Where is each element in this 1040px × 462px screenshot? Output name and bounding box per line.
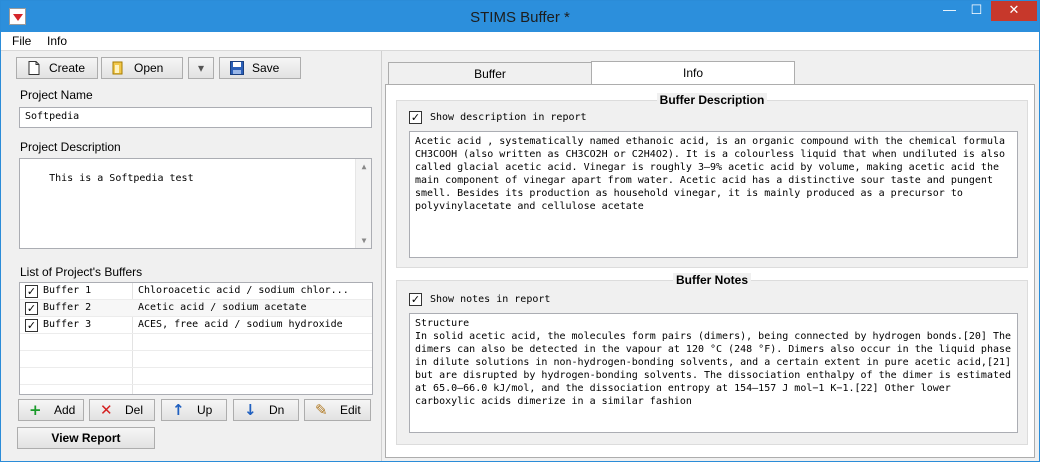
add-buffer-button[interactable]: + Add xyxy=(18,399,84,421)
empty-row xyxy=(20,334,372,351)
buffer-notes-group: Buffer Notes ✓ Show notes in report Stru… xyxy=(396,273,1028,445)
menu-bar: File Info xyxy=(1,32,1039,51)
scroll-up-icon[interactable]: ▲ xyxy=(356,159,371,174)
buffer-name: Buffer 1 xyxy=(43,285,92,296)
window-title: STIMS Buffer * xyxy=(470,9,570,26)
buffer-name: Buffer 2 xyxy=(43,302,92,313)
open-dropdown-button[interactable]: ▾ xyxy=(188,57,214,79)
buffer-notes-textarea[interactable]: Structure In solid acetic acid, the mole… xyxy=(409,313,1018,433)
arrow-down-icon: ↓ xyxy=(244,401,257,419)
plus-icon: + xyxy=(29,401,42,419)
project-description-text: This is a Softpedia test xyxy=(49,173,194,184)
app-window: STIMS Buffer * — ☐ ✕ File Info Create Op… xyxy=(0,0,1040,462)
up-label: Up xyxy=(197,403,213,417)
dropdown-icon: ▾ xyxy=(197,61,205,75)
show-description-checkbox[interactable]: ✓ xyxy=(409,111,422,124)
dn-label: Dn xyxy=(269,403,285,417)
buffer-description: Acetic acid / sodium acetate xyxy=(138,302,307,313)
project-name-label: Project Name xyxy=(20,88,93,102)
row-checkbox[interactable]: ✓ xyxy=(25,285,38,298)
show-notes-label: Show notes in report xyxy=(430,294,551,305)
buffer-notes-heading: Buffer Notes xyxy=(397,273,1027,287)
scroll-down-icon[interactable]: ▼ xyxy=(356,233,371,248)
view-report-button[interactable]: View Report xyxy=(17,427,155,449)
project-description-label: Project Description xyxy=(20,140,121,154)
delete-icon: ✕ xyxy=(100,401,113,419)
tab-info[interactable]: Info xyxy=(591,61,795,85)
move-down-button[interactable]: ↓ Dn xyxy=(233,399,299,421)
arrow-up-icon: ↑ xyxy=(172,401,185,419)
table-row[interactable]: ✓ Buffer 3 ACES, free acid / sodium hydr… xyxy=(20,317,372,334)
delete-buffer-button[interactable]: ✕ Del xyxy=(89,399,155,421)
maximize-button[interactable]: ☐ xyxy=(963,1,990,21)
edit-label: Edit xyxy=(340,403,361,417)
open-folder-icon xyxy=(112,61,123,75)
pencil-icon: ✎ xyxy=(315,401,328,419)
tab-buffer[interactable]: Buffer xyxy=(388,62,592,85)
title-bar: STIMS Buffer * — ☐ ✕ xyxy=(1,1,1039,32)
open-button[interactable]: Open xyxy=(101,57,183,79)
add-label: Add xyxy=(54,403,76,417)
create-button[interactable]: Create xyxy=(16,57,98,79)
new-file-icon xyxy=(28,61,40,75)
table-row[interactable]: ✓ Buffer 1 Chloroacetic acid / sodium ch… xyxy=(20,283,372,300)
show-description-label: Show description in report xyxy=(430,112,587,123)
save-label: Save xyxy=(252,61,280,75)
create-label: Create xyxy=(49,61,86,75)
project-name-input[interactable]: Softpedia xyxy=(19,107,372,128)
buffer-name: Buffer 3 xyxy=(43,319,92,330)
buffer-list-label: List of Project's Buffers xyxy=(20,265,143,279)
save-icon xyxy=(230,61,244,75)
project-description-input[interactable]: This is a Softpedia test ▲ ▼ xyxy=(19,158,372,249)
show-notes-checkbox[interactable]: ✓ xyxy=(409,293,422,306)
buffer-description-group: Buffer Description ✓ Show description in… xyxy=(396,93,1028,268)
description-scrollbar[interactable]: ▲ ▼ xyxy=(355,159,371,248)
del-label: Del xyxy=(125,403,144,417)
menu-info[interactable]: Info xyxy=(47,34,67,48)
row-checkbox[interactable]: ✓ xyxy=(25,319,38,332)
panel-splitter[interactable] xyxy=(381,51,382,461)
buffer-list[interactable]: ✓ Buffer 1 Chloroacetic acid / sodium ch… xyxy=(19,282,373,395)
buffer-description: Chloroacetic acid / sodium chlor... xyxy=(138,285,349,296)
info-tab-panel: Buffer Description ✓ Show description in… xyxy=(385,84,1035,458)
buffer-description-heading: Buffer Description xyxy=(397,93,1027,107)
save-button[interactable]: Save xyxy=(219,57,301,79)
empty-row xyxy=(20,368,372,385)
minimize-button[interactable]: — xyxy=(936,1,963,21)
menu-file[interactable]: File xyxy=(12,34,31,48)
buffer-notes-title: Buffer Notes xyxy=(672,273,751,287)
row-checkbox[interactable]: ✓ xyxy=(25,302,38,315)
move-up-button[interactable]: ↑ Up xyxy=(161,399,227,421)
open-label: Open xyxy=(134,61,164,75)
buffer-description-title: Buffer Description xyxy=(656,93,768,107)
close-button[interactable]: ✕ xyxy=(991,1,1037,21)
buffer-description: ACES, free acid / sodium hydroxide xyxy=(138,319,343,330)
empty-row xyxy=(20,351,372,368)
edit-buffer-button[interactable]: ✎ Edit xyxy=(304,399,371,421)
buffer-description-textarea[interactable]: Acetic acid , systematically named ethan… xyxy=(409,131,1018,258)
table-row[interactable]: ✓ Buffer 2 Acetic acid / sodium acetate xyxy=(20,300,372,317)
